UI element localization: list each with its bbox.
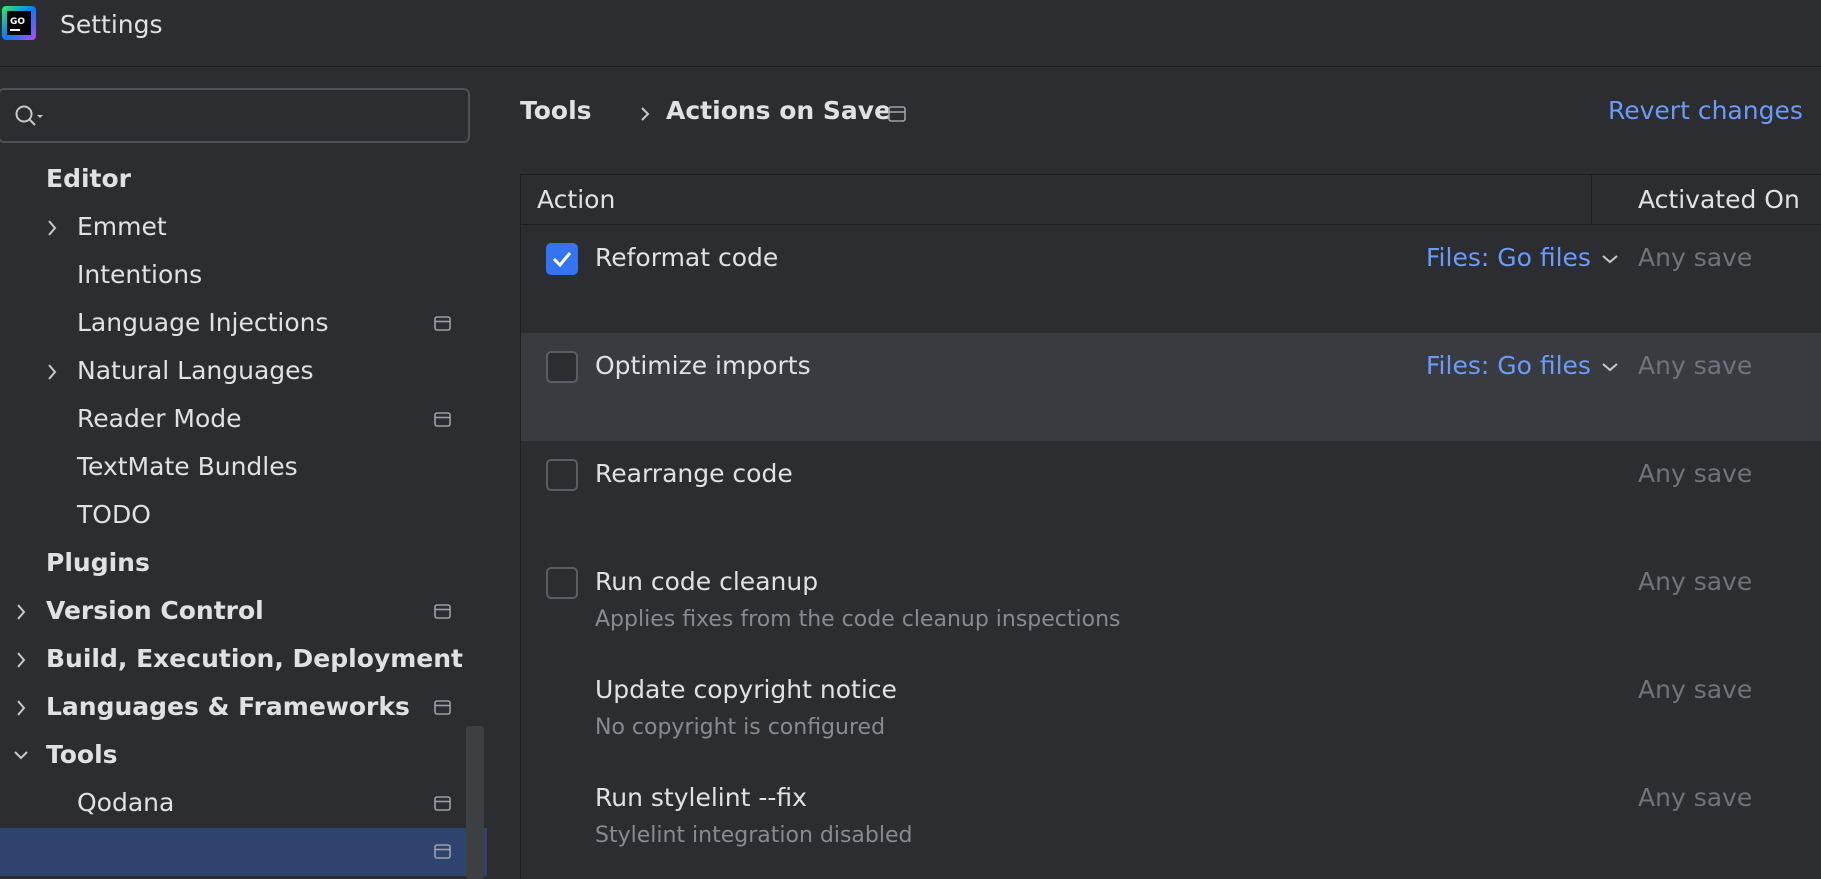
sidebar-item-natural-languages[interactable]: Natural Languages xyxy=(0,348,470,396)
action-checkbox[interactable] xyxy=(546,243,578,275)
action-title: Run stylelint --fix xyxy=(595,783,807,812)
revert-changes-link[interactable]: Revert changes xyxy=(1608,96,1803,125)
sidebar-item-reader-mode[interactable]: Reader Mode xyxy=(0,396,470,444)
sidebar-item-plugins[interactable]: Plugins xyxy=(0,540,470,588)
project-level-icon xyxy=(434,412,451,427)
sidebar-item-todo[interactable]: TODO xyxy=(0,492,470,540)
action-checkbox[interactable] xyxy=(546,459,578,491)
sidebar-item-label: Language Injections xyxy=(77,308,329,337)
sidebar-scrollbar[interactable] xyxy=(466,726,484,879)
sidebar-item-qodana[interactable]: Qodana xyxy=(0,780,470,828)
chevron-down-icon[interactable] xyxy=(14,747,28,765)
activated-on-value: Any save xyxy=(1638,783,1753,812)
sidebar-item-label: Reader Mode xyxy=(77,404,242,433)
sidebar-item-label: Plugins xyxy=(46,548,150,577)
sidebar-item-label: Emmet xyxy=(77,212,167,241)
sidebar-item-label: Languages & Frameworks xyxy=(46,692,410,721)
table-row[interactable]: Update copyright notice No copyright is c… xyxy=(521,657,1821,765)
sidebar-item-label: TODO xyxy=(77,500,151,529)
action-checkbox[interactable] xyxy=(546,351,578,383)
sidebar-item-languages-frameworks[interactable]: Languages & Frameworks xyxy=(0,684,470,732)
sidebar-item-label: Intentions xyxy=(77,260,203,289)
sidebar-item-label: Build, Execution, Deployment xyxy=(46,644,463,673)
sidebar-item-intentions[interactable]: Intentions xyxy=(0,252,470,300)
chevron-right-icon[interactable] xyxy=(14,699,28,717)
sidebar-item-language-injections[interactable]: Language Injections xyxy=(0,300,470,348)
sidebar-item-label: TextMate Bundles xyxy=(77,452,298,481)
action-description: Applies fixes from the code cleanup insp… xyxy=(595,607,1121,632)
activated-on-value: Any save xyxy=(1638,567,1753,596)
project-level-icon xyxy=(434,796,451,811)
sidebar-item-label: Natural Languages xyxy=(77,356,314,385)
project-level-icon xyxy=(888,106,906,122)
activated-on-value: Any save xyxy=(1638,243,1753,272)
goland-logo-icon: GO xyxy=(2,6,36,40)
sidebar-item-version-control[interactable]: Version Control xyxy=(0,588,470,636)
column-header-action[interactable]: Action xyxy=(537,185,615,214)
table-row[interactable]: Run stylelint --fix Stylelint integration… xyxy=(521,765,1821,873)
sidebar-item-textmate-bundles[interactable]: TextMate Bundles xyxy=(0,444,470,492)
chevron-down-icon xyxy=(1602,363,1618,372)
files-scope-dropdown[interactable]: Files: Go files xyxy=(1426,351,1619,380)
files-scope-label: Files: Go files xyxy=(1426,243,1591,272)
sidebar-item-build-execution-deployment[interactable]: Build, Execution, Deployment xyxy=(0,636,470,684)
table-row[interactable]: Optimize imports Files: Go files Any save xyxy=(521,333,1821,441)
activated-on-value: Any save xyxy=(1638,459,1753,488)
column-header-activated-on[interactable]: Activated On xyxy=(1638,185,1800,214)
project-level-icon xyxy=(434,700,451,715)
sidebar-item-editor[interactable]: Editor xyxy=(0,156,470,204)
table-header: Action Activated On xyxy=(521,175,1821,225)
actions-table: Action Activated On Reformat code Files: … xyxy=(520,174,1821,879)
chevron-down-icon xyxy=(1602,255,1618,264)
project-level-icon xyxy=(434,604,451,619)
sidebar-item-item[interactable] xyxy=(0,828,487,876)
action-checkbox[interactable] xyxy=(546,567,578,599)
action-title[interactable]: Rearrange code xyxy=(595,459,793,488)
action-title: Update copyright notice xyxy=(595,675,897,704)
chevron-right-icon[interactable] xyxy=(14,651,28,669)
files-scope-label: Files: Go files xyxy=(1426,351,1591,380)
action-title[interactable]: Reformat code xyxy=(595,243,778,272)
settings-content: Tools Actions on Save Revert changes Act… xyxy=(488,68,1821,879)
search-icon[interactable] xyxy=(14,104,46,128)
chevron-right-icon[interactable] xyxy=(14,603,28,621)
action-description: No copyright is configured xyxy=(595,715,886,740)
activated-on-value: Any save xyxy=(1638,675,1753,704)
check-icon xyxy=(552,252,572,268)
action-title[interactable]: Run code cleanup xyxy=(595,567,818,596)
chevron-right-icon[interactable] xyxy=(45,219,59,237)
settings-sidebar: Editor Emmet Intentions Language Injections… xyxy=(0,68,487,879)
svg-text:GO: GO xyxy=(10,17,25,27)
sidebar-item-label: Qodana xyxy=(77,788,175,817)
activated-on-value: Any save xyxy=(1638,351,1753,380)
files-scope-dropdown[interactable]: Files: Go files xyxy=(1426,243,1619,272)
column-divider[interactable] xyxy=(1591,175,1592,225)
chevron-right-icon[interactable] xyxy=(45,363,59,381)
window-title: Settings xyxy=(60,10,163,39)
sidebar-item-emmet[interactable]: Emmet xyxy=(0,204,470,252)
table-row[interactable]: Reformat code Files: Go files Any save xyxy=(521,225,1821,333)
settings-search[interactable] xyxy=(0,88,470,143)
search-input[interactable] xyxy=(52,96,452,134)
action-title[interactable]: Optimize imports xyxy=(595,351,811,380)
table-row[interactable]: Run code cleanup Applies fixes from the c… xyxy=(521,549,1821,657)
title-bar: GO Settings xyxy=(0,0,1821,67)
project-level-icon xyxy=(434,316,451,331)
action-description: Stylelint integration disabled xyxy=(595,823,913,848)
chevron-right-icon xyxy=(641,107,650,121)
sidebar-item-label: Tools xyxy=(46,740,118,769)
breadcrumb-parent[interactable]: Tools xyxy=(520,96,592,125)
breadcrumb-current: Actions on Save xyxy=(666,96,892,125)
sidebar-item-tools[interactable]: Tools xyxy=(0,732,470,780)
sidebar-item-label: Version Control xyxy=(46,596,264,625)
project-level-icon xyxy=(434,844,451,859)
table-row[interactable]: Rearrange code Any save xyxy=(521,441,1821,549)
sidebar-item-label: Editor xyxy=(46,164,131,193)
